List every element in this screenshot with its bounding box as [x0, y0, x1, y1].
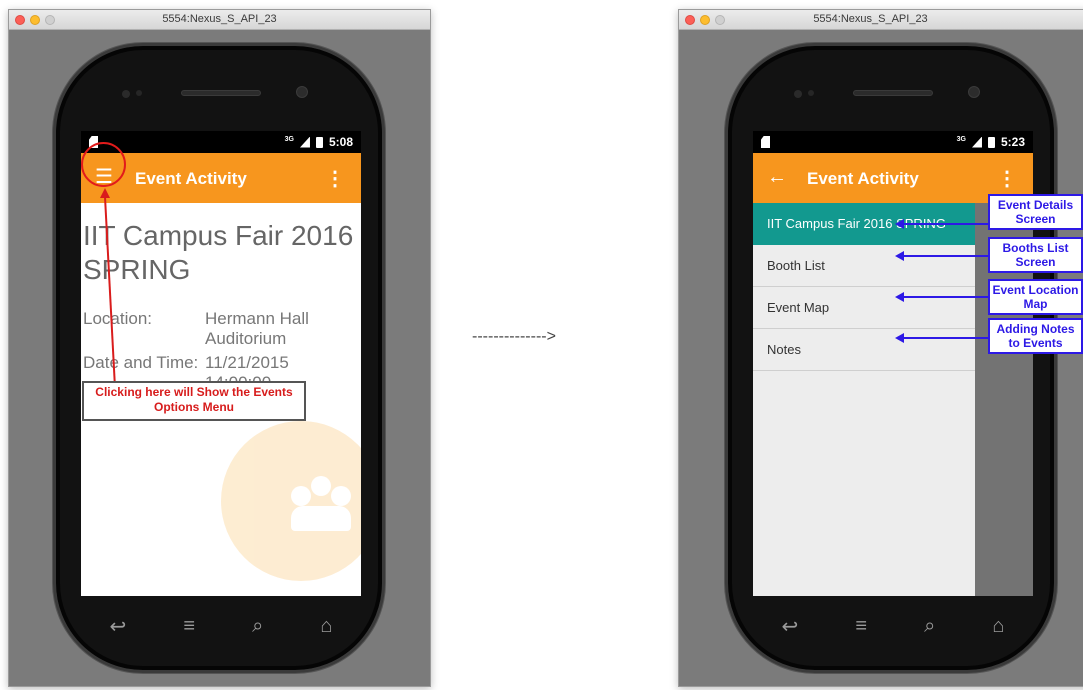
emulator-window-left: 5554:Nexus_S_API_23 3G 5:08 ☰ Event Acti…: [8, 9, 431, 687]
status-bar: 3G 5:23: [753, 131, 1033, 153]
callout-booths-list: Booths List Screen: [988, 237, 1083, 273]
back-icon[interactable]: ↩: [782, 614, 799, 639]
android-navbar: ↩ ≡ ⌕ ⌂: [753, 596, 1033, 656]
annotation-callout: Clicking here will Show the Events Optio…: [82, 381, 306, 421]
back-icon[interactable]: ↩: [110, 614, 127, 639]
sensor: [794, 90, 802, 98]
drawer-item-booth-list[interactable]: Booth List: [753, 245, 975, 287]
callout-adding-notes: Adding Notes to Events: [988, 318, 1083, 354]
callout-line: [903, 337, 988, 339]
callout-event-location: Event Location Map: [988, 279, 1083, 315]
phone-frame: 3G 5:08 ☰ Event Activity ⋮ IIT Campus Fa…: [53, 43, 385, 673]
event-name: IIT Campus Fair 2016 SPRING: [83, 220, 354, 285]
window-titlebar: 5554:Nexus_S_API_23: [679, 10, 1083, 30]
callout-line: [903, 296, 988, 298]
location-value: Hermann Hall Auditorium: [205, 309, 309, 348]
status-time: 5:23: [1000, 135, 1025, 149]
home-icon[interactable]: ⌂: [320, 615, 332, 638]
window-titlebar: 5554:Nexus_S_API_23: [9, 10, 430, 30]
menu-icon[interactable]: ≡: [183, 615, 195, 638]
highlight-circle: [81, 142, 126, 187]
drawer-item-event-map[interactable]: Event Map: [753, 287, 975, 329]
toolbar-title: Event Activity: [807, 169, 919, 188]
status-time: 5:08: [328, 135, 353, 149]
android-navbar: ↩ ≡ ⌕ ⌂: [81, 596, 361, 656]
network-type: 3G: [284, 135, 294, 143]
phone-screen: 3G 5:08 ☰ Event Activity ⋮ IIT Campus Fa…: [81, 131, 361, 596]
navigation-drawer: IIT Campus Fair 2016 SPRING Booth List E…: [753, 203, 975, 596]
sd-card-icon: [761, 136, 770, 148]
window-title: 5554:Nexus_S_API_23: [813, 13, 928, 25]
transition-arrow: -------------->: [472, 328, 556, 345]
earpiece-speaker: [181, 90, 261, 96]
phone-frame: 3G 5:23 ← Event Activity ⋮ IIT Campus Fa…: [725, 43, 1057, 673]
search-icon[interactable]: ⌕: [924, 615, 935, 638]
search-icon[interactable]: ⌕: [252, 615, 263, 638]
front-camera: [296, 86, 308, 98]
signal-icon: [299, 136, 310, 148]
app-logo-watermark: [221, 421, 361, 581]
overflow-menu-icon[interactable]: ⋮: [325, 166, 345, 191]
sensor: [136, 90, 142, 96]
overflow-menu-icon[interactable]: ⋮: [997, 166, 1017, 191]
callout-line: [903, 223, 988, 225]
toolbar-title: Event Activity: [135, 169, 247, 188]
sensor: [808, 90, 814, 96]
location-label: Location:: [83, 309, 152, 328]
drawer-item-notes[interactable]: Notes: [753, 329, 975, 371]
battery-icon: [987, 136, 995, 148]
sensor: [122, 90, 130, 98]
menu-icon[interactable]: ≡: [855, 615, 867, 638]
callout-line: [903, 255, 988, 257]
front-camera: [968, 86, 980, 98]
home-icon[interactable]: ⌂: [992, 615, 1004, 638]
earpiece-speaker: [853, 90, 933, 96]
callout-event-details: Event Details Screen: [988, 194, 1083, 230]
network-type: 3G: [956, 135, 966, 143]
status-bar: 3G 5:08: [81, 131, 361, 153]
datetime-label: Date and Time:: [83, 353, 199, 372]
window-title: 5554:Nexus_S_API_23: [162, 13, 277, 25]
battery-icon: [315, 136, 323, 148]
signal-icon: [971, 136, 982, 148]
back-arrow-icon[interactable]: ←: [767, 167, 787, 187]
